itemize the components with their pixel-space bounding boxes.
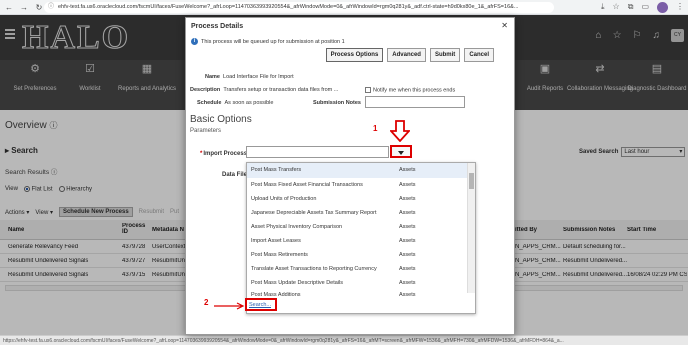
item-category: Assets: [399, 196, 416, 202]
dialog-buttons: Process Options Advanced Submit Cancel: [325, 48, 494, 62]
cancel-button[interactable]: Cancel: [464, 48, 494, 62]
list-item[interactable]: Translate Asset Transactions to Reportin…: [247, 262, 467, 277]
list-item[interactable]: Post Mass Retirements Assets: [247, 248, 467, 263]
item-category: Assets: [399, 252, 416, 258]
description-label: Description: [190, 87, 221, 93]
star-icon[interactable]: ☆: [613, 2, 620, 13]
address-bar[interactable]: ⓘ ehfv-test.fa.us6.oraclecloud.com/fscmU…: [44, 2, 554, 13]
list-item[interactable]: Post Mass Transfers Assets: [247, 163, 467, 178]
notify-checkbox[interactable]: Notify me when this process ends: [365, 87, 455, 93]
download-icon[interactable]: ⤓: [601, 2, 605, 13]
back-icon[interactable]: ←: [3, 1, 15, 13]
name-value: Load Interface File for Import: [223, 74, 294, 80]
advanced-button[interactable]: Advanced: [387, 48, 426, 62]
basic-options-heading: Basic Options: [190, 114, 252, 125]
submission-notes-text: Submission Notes: [313, 100, 361, 106]
list-item[interactable]: Post Mass Additions Assets: [247, 288, 467, 303]
item-category: Assets: [399, 238, 416, 244]
item-category: Assets: [399, 224, 416, 230]
browser-toolbar: ← → ↻ ⓘ ehfv-test.fa.us6.oraclecloud.com…: [0, 0, 688, 15]
queue-info-text: This process will be queued up for submi…: [201, 38, 345, 45]
import-process-label: *Import Process: [200, 151, 247, 157]
forward-icon[interactable]: →: [18, 1, 30, 13]
scrollbar-thumb[interactable]: [469, 173, 474, 189]
submission-notes-label: Submission Notes: [313, 100, 361, 106]
schedule-label: Schedule: [197, 100, 222, 106]
notify-label: Notify me when this process ends: [373, 87, 456, 94]
item-name: Post Mass Fixed Asset Financial Transact…: [251, 182, 363, 188]
item-category: Assets: [399, 182, 416, 188]
site-info-icon[interactable]: ⓘ: [48, 2, 54, 13]
annotation-arrow-down-icon: [390, 120, 410, 142]
submission-notes-input[interactable]: [365, 96, 465, 108]
list-item[interactable]: Asset Physical Inventory Comparison Asset…: [247, 220, 467, 235]
data-file-label: Data File: [222, 172, 248, 178]
schedule-value: As soon as possible: [224, 100, 274, 106]
extensions-icon[interactable]: ⧉: [628, 2, 634, 13]
item-name: Import Asset Leases: [251, 238, 301, 244]
item-category: Assets: [399, 280, 416, 286]
item-category: Assets: [399, 266, 416, 272]
sidebar-icon[interactable]: ▭: [641, 2, 649, 13]
annotation-arrow-right-icon: [214, 302, 245, 310]
description-row: Description Transfers setup or transacti…: [190, 87, 338, 93]
item-category: Assets: [399, 210, 416, 216]
profile-icon[interactable]: [657, 2, 668, 13]
annotation-highlight-box: [245, 298, 277, 311]
notify-check-box[interactable]: [365, 87, 371, 93]
item-name: Post Mass Transfers: [251, 167, 302, 173]
item-name: Post Mass Retirements: [251, 252, 308, 258]
name-row: Name Load Interface File for Import: [205, 74, 294, 80]
annotation-number-2: 2: [204, 298, 209, 307]
process-options-button[interactable]: Process Options: [325, 48, 384, 62]
status-bar: https://ehfv-test.fa.us6.oraclecloud.com…: [0, 335, 688, 345]
item-name: Translate Asset Transactions to Reportin…: [251, 266, 377, 272]
dropdown-scrollbar[interactable]: [467, 163, 475, 293]
import-process-dropdown-list: Post Mass Transfers Assets Post Mass Fixe…: [246, 162, 476, 314]
dialog-title: Process Details: [191, 23, 244, 30]
annotation-number-1: 1: [373, 124, 378, 133]
item-name: Upload Units of Production: [251, 196, 317, 202]
url-text: ehfv-test.fa.us6.oraclecloud.com/fscmUI/…: [58, 4, 519, 10]
name-label: Name: [205, 74, 220, 80]
parameters-heading: Parameters: [190, 128, 222, 134]
list-item[interactable]: Post Mass Fixed Asset Financial Transact…: [247, 178, 467, 193]
import-process-text: Import Process: [203, 151, 248, 157]
queue-info: i This process will be queued up for sub…: [191, 38, 345, 45]
submit-button[interactable]: Submit: [429, 48, 461, 62]
list-item[interactable]: Upload Units of Production Assets: [247, 192, 467, 207]
import-process-dropdown-button[interactable]: [390, 145, 412, 158]
close-icon[interactable]: ✕: [501, 21, 508, 30]
import-process-input[interactable]: [246, 146, 389, 158]
description-value: Transfers setup or transaction data file…: [223, 87, 339, 93]
list-item[interactable]: Import Asset Leases Assets: [247, 234, 467, 249]
info-icon: i: [191, 38, 198, 45]
list-item[interactable]: Japanese Depreciable Assets Tax Summary …: [247, 206, 467, 221]
menu-icon[interactable]: ⋮: [676, 2, 684, 13]
item-name: Asset Physical Inventory Comparison: [251, 224, 343, 230]
item-category: Assets: [399, 167, 416, 173]
item-name: Post Mass Update Descriptive Details: [251, 280, 344, 286]
item-name: Japanese Depreciable Assets Tax Summary …: [251, 210, 377, 216]
item-category: Assets: [399, 292, 416, 298]
required-mark: *: [200, 151, 203, 157]
schedule-row: Schedule As soon as possible: [197, 100, 273, 106]
